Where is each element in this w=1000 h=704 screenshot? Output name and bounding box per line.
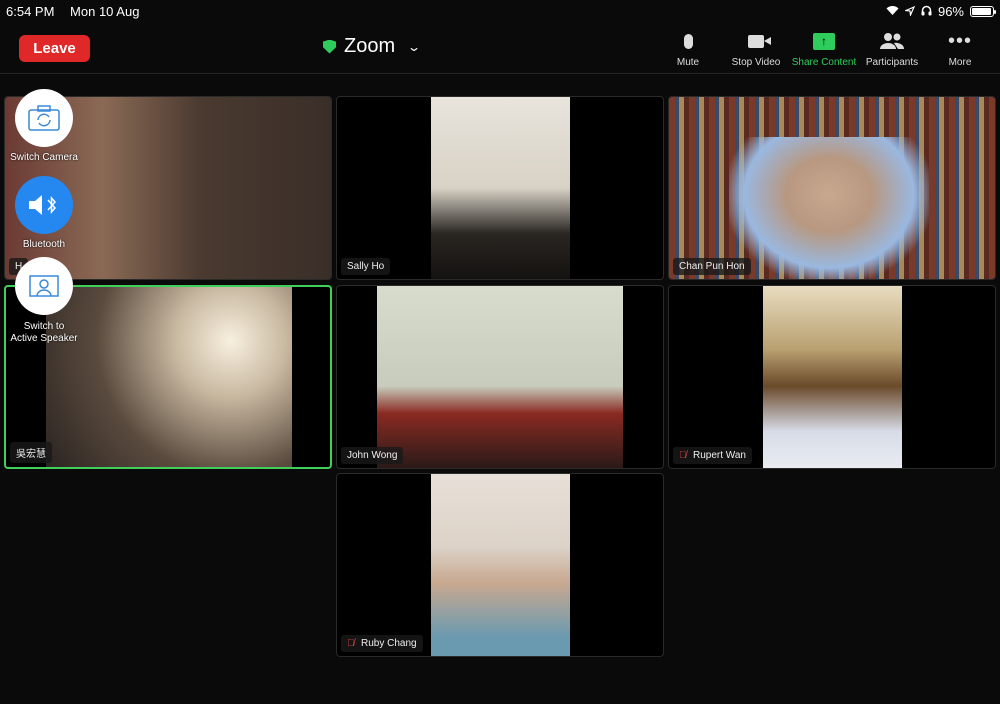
status-bar: 6:54 PM Mon 10 Aug 96% xyxy=(0,0,1000,24)
participant-video xyxy=(431,474,570,656)
video-tile[interactable]: 🎙̸ Rupert Wan xyxy=(668,285,996,469)
status-time: 6:54 PM xyxy=(6,4,55,19)
participant-name: 吳宏慧 xyxy=(16,449,46,460)
bluetooth-label: Bluetooth xyxy=(22,239,66,250)
switch-camera-button[interactable] xyxy=(15,89,73,147)
location-icon xyxy=(903,4,916,19)
microphone-icon xyxy=(683,33,693,49)
muted-microphone-icon: 🎙̸ xyxy=(347,637,355,649)
more-button[interactable]: ••• More xyxy=(920,29,1000,68)
participant-nameplate: John Wong xyxy=(341,447,404,464)
chevron-down-icon: ⌄ xyxy=(407,39,422,54)
share-screen-icon: ↑ xyxy=(813,32,835,50)
video-camera-icon xyxy=(748,34,771,48)
active-speaker-label-line2: Active Speaker xyxy=(10,333,78,344)
video-tile[interactable]: John Wong xyxy=(336,285,664,469)
video-tile[interactable]: Sally Ho xyxy=(336,96,664,280)
switch-to-active-speaker-label: Switch to Active Speaker xyxy=(0,321,88,345)
meeting-title: Zoom xyxy=(344,35,396,57)
participant-nameplate: Chan Pun Hon xyxy=(673,258,751,275)
muted-microphone-icon: 🎙̸ xyxy=(679,449,687,461)
participant-video xyxy=(763,286,902,468)
participant-name: Sally Ho xyxy=(347,261,385,272)
active-speaker-label-line1: Switch to xyxy=(23,321,65,332)
switch-camera-icon xyxy=(28,105,60,131)
participant-name: Chan Pun Hon xyxy=(679,261,745,272)
participant-nameplate: 🎙̸ Ruby Chang xyxy=(341,635,423,652)
video-tile[interactable]: Chan Pun Hon xyxy=(668,96,996,280)
participant-video xyxy=(377,286,623,468)
leave-button[interactable]: Leave xyxy=(19,35,90,62)
participant-nameplate: 吳宏慧 xyxy=(10,442,52,463)
active-speaker-icon xyxy=(29,275,59,297)
participant-nameplate: 🎙̸ Rupert Wan xyxy=(673,447,752,464)
participant-video xyxy=(431,97,570,279)
battery-icon xyxy=(970,6,996,17)
status-date: Mon 10 Aug xyxy=(70,4,140,19)
participant-name: Ruby Chang xyxy=(361,638,417,649)
bluetooth-speaker-icon xyxy=(29,195,56,215)
more-label: More xyxy=(948,57,972,68)
meeting-title-dropdown[interactable]: Zoom ⌄ xyxy=(323,35,422,58)
battery-fill xyxy=(972,8,992,15)
participants-icon xyxy=(880,33,905,49)
meeting-toolbar: Leave Zoom ⌄ Mute Stop Video ↑ Share Con… xyxy=(0,24,1000,74)
more-icon: ••• xyxy=(947,30,972,52)
participant-name: John Wong xyxy=(347,450,398,461)
bluetooth-audio-button[interactable] xyxy=(15,176,73,234)
participant-name: Rupert Wan xyxy=(693,450,746,461)
wifi-icon xyxy=(886,4,899,19)
participant-video xyxy=(46,287,292,467)
headphones-icon xyxy=(921,4,932,19)
battery-percent: 96% xyxy=(937,4,964,19)
participant-video-subject xyxy=(729,137,929,279)
encryption-shield-icon xyxy=(323,39,336,54)
participant-nameplate: Sally Ho xyxy=(341,258,391,275)
switch-camera-label: Switch Camera xyxy=(10,152,78,163)
video-tile[interactable]: 🎙̸ Ruby Chang xyxy=(336,473,664,657)
switch-to-active-speaker-button[interactable] xyxy=(15,257,73,315)
